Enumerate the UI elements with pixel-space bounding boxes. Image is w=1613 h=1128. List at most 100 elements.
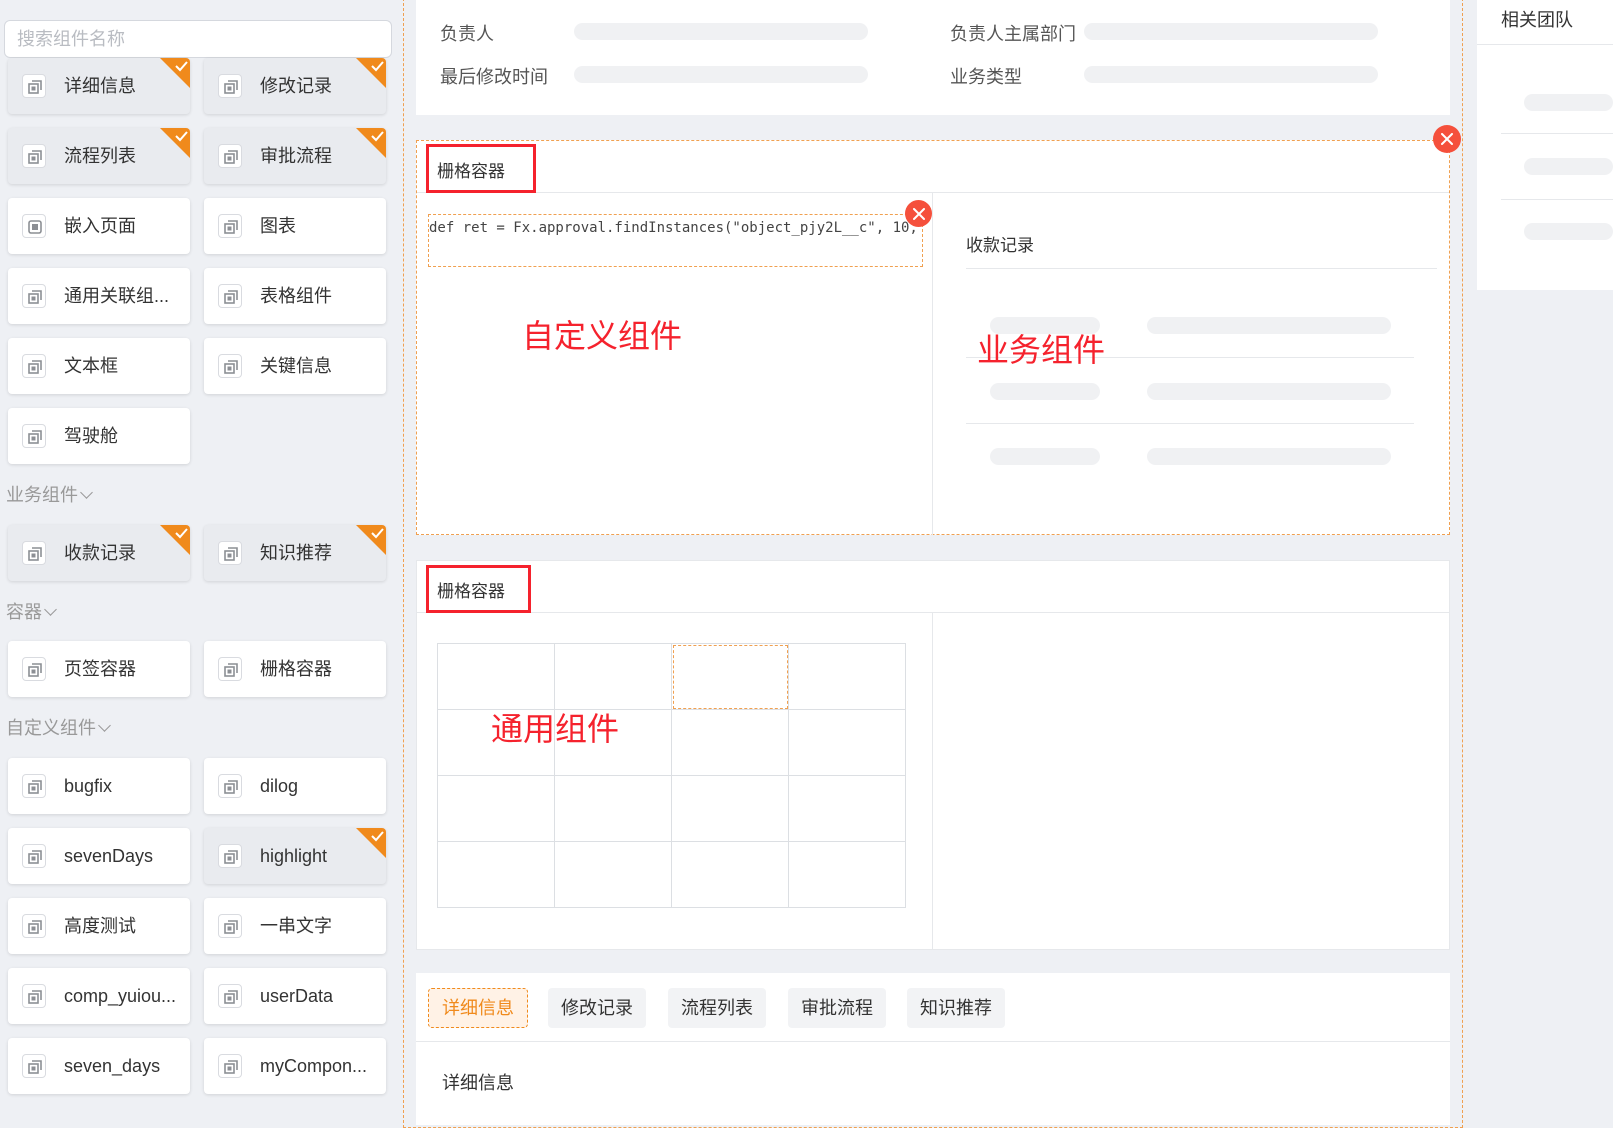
component-card[interactable]: highlight xyxy=(204,828,386,884)
column-divider xyxy=(932,193,933,535)
component-label: dilog xyxy=(260,776,299,796)
grid-cell[interactable] xyxy=(554,841,672,908)
tab-1[interactable]: 修改记录 xyxy=(548,988,646,1028)
grid-container-1[interactable]: 栅格容器 def ret = Fx.approval.findInstances… xyxy=(416,140,1450,535)
component-card[interactable]: 页签容器 xyxy=(8,641,190,697)
component-label: 一串文字 xyxy=(260,916,332,936)
component-card[interactable]: 详细信息 xyxy=(8,58,190,114)
grid-cell[interactable] xyxy=(671,709,789,776)
grid-cell[interactable] xyxy=(671,841,789,908)
component-label: 审批流程 xyxy=(260,146,332,166)
component-label: 表格组件 xyxy=(260,286,332,306)
component-card[interactable]: bugfix xyxy=(8,758,190,814)
owner-dept-label: 负责人主属部门 xyxy=(950,24,1076,44)
component-icon xyxy=(22,984,46,1008)
component-label: highlight xyxy=(260,846,328,866)
container-section-label: 容器 xyxy=(6,602,42,622)
business-section-header[interactable]: 业务组件 xyxy=(6,484,93,506)
general-grid-table[interactable] xyxy=(437,643,906,908)
grid-cell[interactable] xyxy=(437,841,555,908)
component-label: 知识推荐 xyxy=(260,543,332,563)
divider xyxy=(417,192,1449,193)
component-card[interactable]: 知识推荐 xyxy=(204,525,386,581)
remove-grid-container-button[interactable] xyxy=(1433,125,1461,153)
component-card[interactable]: dilog xyxy=(204,758,386,814)
component-icon xyxy=(218,284,242,308)
component-label: 通用关联组... xyxy=(64,286,170,306)
component-card[interactable]: comp_yuiou... xyxy=(8,968,190,1024)
grid-cell[interactable] xyxy=(788,841,906,908)
search-input[interactable] xyxy=(4,20,392,58)
embed-icon xyxy=(22,214,46,238)
skeleton-bar xyxy=(1147,448,1391,465)
grid-cell[interactable] xyxy=(788,643,906,710)
grid-cell[interactable] xyxy=(437,643,555,710)
component-card[interactable]: seven_days xyxy=(8,1038,190,1094)
component-card[interactable]: 高度测试 xyxy=(8,898,190,954)
skeleton-bar xyxy=(990,448,1100,465)
component-label: 关键信息 xyxy=(260,356,332,376)
grid-cell[interactable] xyxy=(554,775,672,842)
business-component-annotation: 业务组件 xyxy=(977,332,1106,368)
code-snippet: def ret = Fx.approval.findInstances("obj… xyxy=(429,220,918,236)
last-modified-value-placeholder xyxy=(574,66,868,83)
component-label: 详细信息 xyxy=(64,76,136,96)
component-icon xyxy=(22,844,46,868)
component-card[interactable]: 文本框 xyxy=(8,338,190,394)
close-icon xyxy=(1441,133,1453,145)
component-icon xyxy=(22,354,46,378)
component-library-panel: 详细信息 修改记录流程列表 审批流程嵌入页面 图表通用关联组... 表格组件文本框 关键信… xyxy=(0,0,403,1125)
tab-0[interactable]: 详细信息 xyxy=(428,988,528,1028)
skeleton-bar xyxy=(1524,158,1613,175)
component-card[interactable]: 关键信息 xyxy=(204,338,386,394)
grid-container-2[interactable]: 栅格容器 通用组件 xyxy=(416,560,1450,950)
component-card[interactable]: 收款记录 xyxy=(8,525,190,581)
divider xyxy=(966,423,1414,424)
remove-custom-component-button[interactable] xyxy=(905,200,932,227)
component-icon xyxy=(218,844,242,868)
skeleton-bar xyxy=(1147,317,1391,334)
component-card[interactable]: 通用关联组... xyxy=(8,268,190,324)
component-card[interactable]: myCompon... xyxy=(204,1038,386,1094)
component-card[interactable]: 流程列表 xyxy=(8,128,190,184)
tab-4[interactable]: 知识推荐 xyxy=(907,988,1005,1028)
component-icon xyxy=(22,914,46,938)
component-card[interactable]: userData xyxy=(204,968,386,1024)
component-label: 图表 xyxy=(260,216,296,236)
divider xyxy=(416,1041,1450,1042)
grid-cell[interactable] xyxy=(554,643,672,710)
tab-3[interactable]: 审批流程 xyxy=(788,988,886,1028)
component-card[interactable]: 驾驶舱 xyxy=(8,408,190,464)
component-card[interactable]: sevenDays xyxy=(8,828,190,884)
tab-2[interactable]: 流程列表 xyxy=(668,988,766,1028)
grid-cell[interactable] xyxy=(437,775,555,842)
component-card[interactable]: 审批流程 xyxy=(204,128,386,184)
custom-code-component[interactable]: def ret = Fx.approval.findInstances("obj… xyxy=(428,214,923,267)
custom-section-header[interactable]: 自定义组件 xyxy=(6,717,111,739)
component-label: 栅格容器 xyxy=(260,659,332,679)
grid-cell[interactable] xyxy=(788,775,906,842)
grid-cell[interactable] xyxy=(671,775,789,842)
component-card[interactable]: 一串文字 xyxy=(204,898,386,954)
component-card[interactable]: 栅格容器 xyxy=(204,641,386,697)
component-card[interactable]: 嵌入页面 xyxy=(8,198,190,254)
related-team-panel: 相关团队 xyxy=(1477,0,1613,290)
component-icon xyxy=(218,914,242,938)
component-label: bugfix xyxy=(64,776,113,796)
grid-cell-selected[interactable] xyxy=(671,643,789,710)
component-icon xyxy=(218,354,242,378)
chevron-down-icon xyxy=(80,486,93,499)
divider xyxy=(417,612,1449,613)
component-card[interactable]: 图表 xyxy=(204,198,386,254)
component-card[interactable]: 修改记录 xyxy=(204,58,386,114)
component-icon xyxy=(22,657,46,681)
related-team-title: 相关团队 xyxy=(1501,10,1573,30)
component-icon xyxy=(218,1054,242,1078)
owner-dept-value-placeholder xyxy=(1084,23,1378,40)
container-section-header[interactable]: 容器 xyxy=(6,601,57,623)
grid-cell[interactable] xyxy=(788,709,906,776)
component-label: 嵌入页面 xyxy=(64,216,136,236)
component-card[interactable]: 表格组件 xyxy=(204,268,386,324)
component-label: 驾驶舱 xyxy=(64,426,118,446)
component-label: userData xyxy=(260,986,334,1006)
